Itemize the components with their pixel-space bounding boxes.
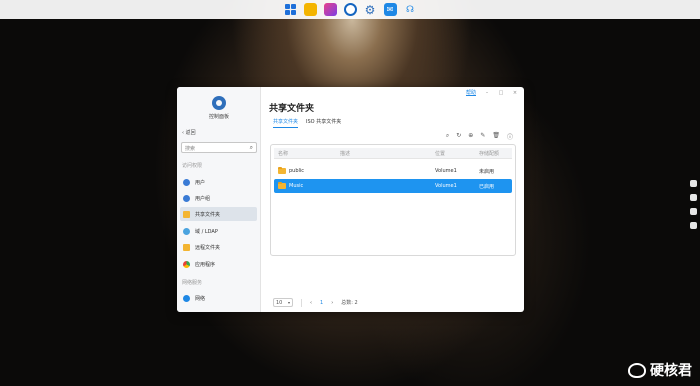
prev-page-icon[interactable]: ‹ xyxy=(310,300,312,306)
app-header: 控制面板 xyxy=(177,96,261,120)
sidebar-item-label: 共享文件夹 xyxy=(195,211,221,218)
notification-bell-icon[interactable] xyxy=(690,208,697,215)
sidebar-item-remote-folders[interactable]: 远程文件夹 xyxy=(180,240,257,254)
back-label: 返回 xyxy=(185,130,196,136)
total-count: 总数: 2 xyxy=(341,300,358,306)
weibo-logo-icon xyxy=(628,362,646,378)
page-size-value: 10 xyxy=(276,300,283,306)
refresh-icon[interactable]: ↻ xyxy=(456,132,461,141)
apps-icon xyxy=(183,260,190,268)
column-header-location[interactable]: 位置 xyxy=(435,150,479,157)
sidebar-item-label: 远程文件夹 xyxy=(195,244,221,251)
tab-shared-folders[interactable]: 共享文件夹 xyxy=(273,118,299,128)
media-app-icon[interactable] xyxy=(323,3,337,16)
clock-app-icon[interactable] xyxy=(343,3,357,16)
sidebar-item-domain-ldap[interactable]: 域 / LDAP xyxy=(180,224,257,238)
folder-icon xyxy=(183,243,190,251)
section-label-network: 网络服务 xyxy=(182,280,203,286)
search-icon[interactable]: ⌕ xyxy=(446,132,449,141)
sidebar-item-label: 用户 xyxy=(195,179,206,186)
info-icon[interactable]: ⓘ xyxy=(507,132,513,141)
folder-icon xyxy=(183,210,190,218)
cell-location: Volume1 xyxy=(435,183,457,189)
sidebar-item-label: 用户组 xyxy=(195,195,211,202)
control-panel-gear-icon xyxy=(212,96,226,110)
search-input[interactable]: 搜索 ⌕ xyxy=(181,142,257,153)
cell-location: Volume1 xyxy=(435,168,457,174)
folder-icon xyxy=(278,167,286,174)
cell-status: 未启用 xyxy=(479,168,495,175)
main-panel: 共享文件夹 共享文件夹 ISO 共享文件夹 ⌕ ↻ ⊕ ✎ 🗑 ⓘ 名称 描述 … xyxy=(269,87,524,312)
message-icon[interactable] xyxy=(690,194,697,201)
column-header-description[interactable]: 描述 xyxy=(340,150,435,157)
folder-name: public xyxy=(289,168,305,174)
sidebar: 控制面板 ‹ 返回 搜索 ⌕ 访问权限 用户 用户组 共享文件夹 域 / LDA… xyxy=(177,87,261,312)
pagination: 10 ▾ ‹ 1 › 总数: 2 xyxy=(273,298,358,307)
column-header-quota[interactable]: 存储配额 xyxy=(479,150,512,157)
column-header-name[interactable]: 名称 xyxy=(274,150,340,157)
control-panel-window: 控制面板 ‹ 返回 搜索 ⌕ 访问权限 用户 用户组 共享文件夹 域 / LDA… xyxy=(177,87,524,312)
sidebar-item-network[interactable]: 网络 xyxy=(180,291,257,305)
app-title: 控制面板 xyxy=(208,114,229,120)
search-placeholder: 搜索 xyxy=(185,146,196,152)
watermark: 硬核君 xyxy=(628,360,692,380)
mail-icon[interactable]: ✉ xyxy=(383,3,397,16)
sidebar-item-groups[interactable]: 用户组 xyxy=(180,191,257,205)
table-header: 名称 描述 位置 存储配额 xyxy=(274,148,512,159)
page-size-select[interactable]: 10 ▾ xyxy=(273,298,293,307)
cell-status: 已启用 xyxy=(479,183,495,190)
file-station-icon[interactable] xyxy=(303,3,317,16)
sidebar-item-label: 域 / LDAP xyxy=(195,228,218,235)
page-title: 共享文件夹 xyxy=(269,104,315,114)
chevron-down-icon: ▾ xyxy=(287,300,290,305)
watermark-text: 硬核君 xyxy=(650,363,692,379)
back-button[interactable]: ‹ 返回 xyxy=(182,129,196,136)
folder-icon xyxy=(278,182,286,189)
sidebar-item-label: 应用程序 xyxy=(195,261,216,268)
edit-icon[interactable]: ✎ xyxy=(480,132,485,141)
add-icon[interactable]: ⊕ xyxy=(468,132,473,141)
cell-name: public xyxy=(274,167,340,174)
shared-folder-table: 名称 描述 位置 存储配额 public Volume1 未启用 Music V… xyxy=(270,144,516,256)
taskbar: ⚙ ✉ ☊ xyxy=(0,0,700,19)
sidebar-item-shared-folders[interactable]: 共享文件夹 xyxy=(180,207,257,221)
folder-name: Music xyxy=(289,183,304,189)
sidebar-item-label: 网络 xyxy=(195,295,206,302)
info-icon[interactable] xyxy=(690,222,697,229)
cell-name: Music xyxy=(274,182,340,189)
network-icon xyxy=(183,294,190,302)
support-headset-icon[interactable]: ☊ xyxy=(404,3,417,16)
table-row[interactable]: public Volume1 未启用 xyxy=(274,164,512,178)
search-icon: ⌕ xyxy=(249,144,253,151)
toolbar: ⌕ ↻ ⊕ ✎ 🗑 ⓘ xyxy=(446,132,513,141)
user-icon xyxy=(183,178,190,186)
sidebar-item-applications[interactable]: 应用程序 xyxy=(180,257,257,271)
main-menu-icon[interactable] xyxy=(284,3,297,16)
next-page-icon[interactable]: › xyxy=(331,300,333,306)
domain-icon xyxy=(183,227,190,235)
section-label-access: 访问权限 xyxy=(182,163,203,169)
right-dock xyxy=(690,180,697,229)
sidebar-item-users[interactable]: 用户 xyxy=(180,175,257,189)
group-icon xyxy=(183,194,190,202)
chat-icon[interactable] xyxy=(690,180,697,187)
tab-iso-shared-folders[interactable]: ISO 共享文件夹 xyxy=(306,118,341,128)
settings-gear-icon[interactable]: ⚙ xyxy=(364,3,377,17)
tab-bar: 共享文件夹 ISO 共享文件夹 xyxy=(273,118,341,128)
chevron-left-icon: ‹ xyxy=(182,130,184,136)
current-page[interactable]: 1 xyxy=(320,300,323,306)
divider xyxy=(301,298,302,307)
delete-icon[interactable]: 🗑 xyxy=(492,132,500,141)
table-row[interactable]: Music Volume1 已启用 xyxy=(274,179,512,193)
